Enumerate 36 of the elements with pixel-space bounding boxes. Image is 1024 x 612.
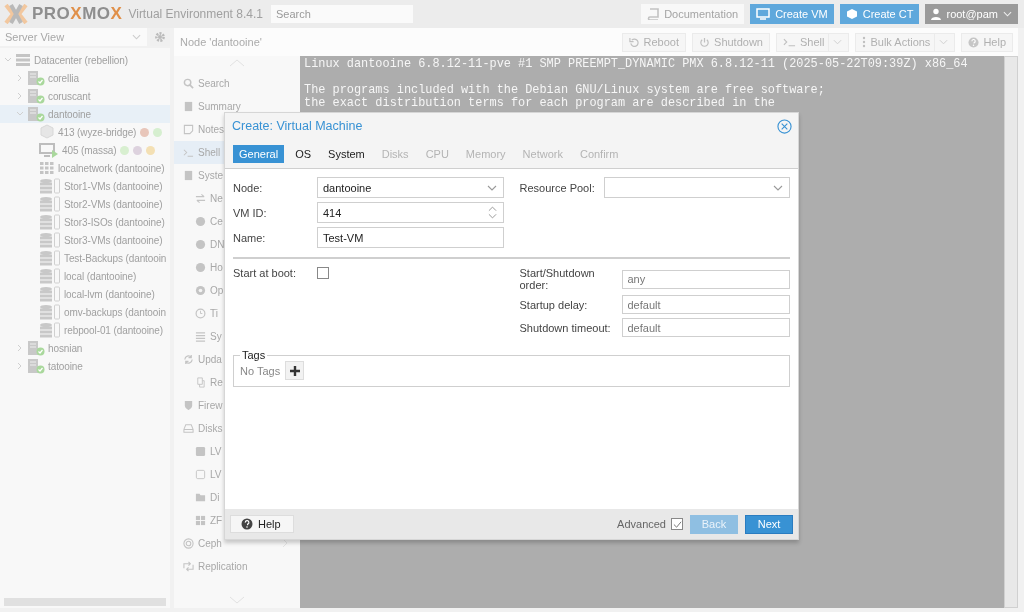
panel-title: Node 'dantooine': [180, 36, 262, 48]
tree-label: coruscant: [48, 90, 91, 102]
tree-label: hosnian: [48, 342, 83, 354]
tree-label: omv-backups (dantooin: [64, 306, 166, 318]
tree-label: corellia: [48, 72, 79, 84]
tree-label: Datacenter (rebellion): [34, 54, 128, 66]
tree-label: 405 (massa): [62, 144, 117, 156]
tree-label: tatooine: [48, 360, 83, 372]
logo: PROXMOX: [32, 4, 123, 24]
terminal-line: the exact distribution terms for each program are described in the: [304, 96, 775, 110]
terminal-line: Linux dantooine 6.8.12-11-pve #1 SMP PREEMPT_DYNAMIC PMX 6.8.12-11 (2025-05-22T09:39Z) x86_64: [304, 57, 968, 71]
terminal-line: The programs included with the Debian GNU/Linux system are free software;: [304, 83, 825, 97]
field-label: VM ID:: [233, 206, 268, 219]
field-label: Shutdown timeout:: [519, 321, 612, 334]
field-label: Resource Pool:: [519, 181, 596, 194]
tree-label: localnetwork (dantooine): [58, 162, 165, 174]
dialog-title: Create: Virtual Machine: [232, 119, 363, 133]
field-label: Startup delay:: [519, 298, 589, 311]
tree-label: Test-Backups (dantooin: [64, 252, 167, 264]
tree-label: local-lvm (dantooine): [64, 288, 155, 300]
advanced-label: Advanced: [617, 518, 666, 530]
tree-label: Stor1-VMs (dantooine): [64, 180, 163, 192]
tree-label: Stor3-ISOs (dantooine): [64, 216, 165, 228]
field-label: Start at boot:: [233, 267, 297, 279]
group-title: Tags: [241, 349, 267, 361]
tree-label: Stor2-VMs (dantooine): [64, 198, 163, 210]
tree-label: 413 (wyze-bridge): [58, 126, 137, 138]
field-label: Start/Shutdown order:: [519, 267, 596, 291]
field-label: Node:: [233, 181, 264, 194]
tree-label: dantooine: [48, 108, 92, 120]
tree-label: Stor3-VMs (dantooine): [64, 234, 163, 246]
field-label: Name:: [233, 231, 267, 244]
empty-tags-text: No Tags: [240, 364, 281, 377]
tree-label: local (dantooine): [64, 270, 137, 282]
tree-label: rebpool-01 (dantooine): [64, 324, 163, 336]
product-version: Virtual Environment 8.4.1: [128, 7, 263, 21]
